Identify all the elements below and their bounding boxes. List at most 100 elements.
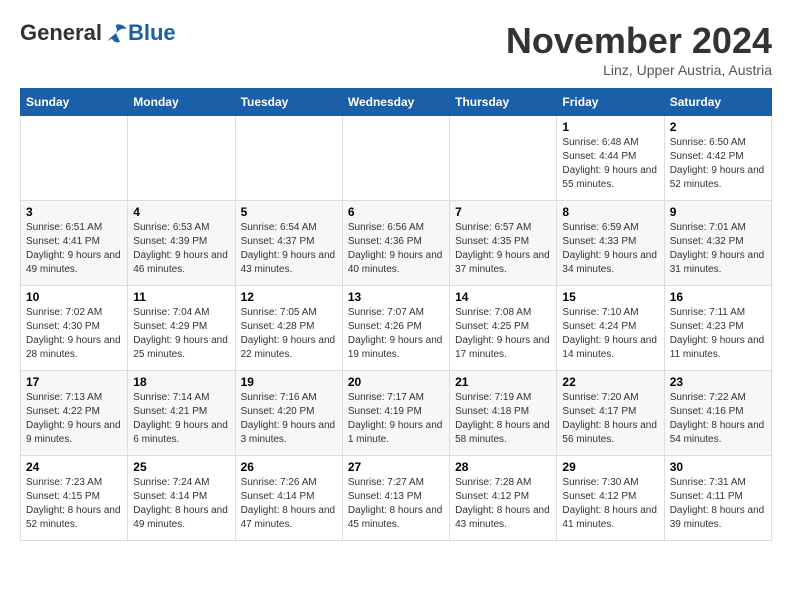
day-number: 24 <box>26 460 122 474</box>
day-number: 8 <box>562 205 658 219</box>
day-cell: 28 Sunrise: 7:28 AM Sunset: 4:12 PM Dayli… <box>450 456 557 541</box>
day-cell: 18 Sunrise: 7:14 AM Sunset: 4:21 PM Dayli… <box>128 371 235 456</box>
day-cell: 13Sunrise: 7:07 AM Sunset: 4:26 PM Dayli… <box>342 286 449 371</box>
day-cell: 26Sunrise: 7:26 AM Sunset: 4:14 PM Dayli… <box>235 456 342 541</box>
header-cell-wednesday: Wednesday <box>342 89 449 116</box>
day-cell: 8 Sunrise: 6:59 AM Sunset: 4:33 PM Daylig… <box>557 201 664 286</box>
day-cell: 15 Sunrise: 7:10 AM Sunset: 4:24 PM Dayli… <box>557 286 664 371</box>
day-cell: 3 Sunrise: 6:51 AM Sunset: 4:41 PM Daylig… <box>21 201 128 286</box>
day-info: Sunrise: 6:59 AM Sunset: 4:33 PM Dayligh… <box>562 221 658 277</box>
day-number: 21 <box>455 375 551 389</box>
header-cell-monday: Monday <box>128 89 235 116</box>
day-cell: 10Sunrise: 7:02 AM Sunset: 4:30 PM Dayli… <box>21 286 128 371</box>
day-cell: 7Sunrise: 6:57 AM Sunset: 4:35 PM Daylig… <box>450 201 557 286</box>
week-row-5: 24 Sunrise: 7:23 AM Sunset: 4:15 PM Dayli… <box>21 456 772 541</box>
day-info: Sunrise: 7:16 AM Sunset: 4:20 PM Dayligh… <box>241 391 337 447</box>
week-row-2: 3 Sunrise: 6:51 AM Sunset: 4:41 PM Daylig… <box>21 201 772 286</box>
day-cell <box>21 116 128 201</box>
day-cell: 4 Sunrise: 6:53 AM Sunset: 4:39 PM Daylig… <box>128 201 235 286</box>
day-cell: 11Sunrise: 7:04 AM Sunset: 4:29 PM Dayli… <box>128 286 235 371</box>
day-info: Sunrise: 7:31 AM Sunset: 4:11 PM Dayligh… <box>670 476 766 532</box>
day-cell: 27 Sunrise: 7:27 AM Sunset: 4:13 PM Dayli… <box>342 456 449 541</box>
day-cell: 23 Sunrise: 7:22 AM Sunset: 4:16 PM Dayli… <box>664 371 771 456</box>
day-info: Sunrise: 7:19 AM Sunset: 4:18 PM Dayligh… <box>455 391 551 447</box>
day-number: 25 <box>133 460 229 474</box>
header-cell-friday: Friday <box>557 89 664 116</box>
day-number: 1 <box>562 120 658 134</box>
logo-general-text: General <box>20 20 102 46</box>
day-number: 16 <box>670 290 766 304</box>
day-number: 20 <box>348 375 444 389</box>
day-cell: 22 Sunrise: 7:20 AM Sunset: 4:17 PM Dayli… <box>557 371 664 456</box>
logo-bird-icon <box>104 21 128 45</box>
day-cell: 25Sunrise: 7:24 AM Sunset: 4:14 PM Dayli… <box>128 456 235 541</box>
title-section: November 2024 Linz, Upper Austria, Austr… <box>506 20 772 78</box>
week-row-4: 17Sunrise: 7:13 AM Sunset: 4:22 PM Dayli… <box>21 371 772 456</box>
day-number: 18 <box>133 375 229 389</box>
day-cell <box>450 116 557 201</box>
day-cell: 14 Sunrise: 7:08 AM Sunset: 4:25 PM Dayli… <box>450 286 557 371</box>
day-number: 2 <box>670 120 766 134</box>
day-info: Sunrise: 7:22 AM Sunset: 4:16 PM Dayligh… <box>670 391 766 447</box>
day-number: 23 <box>670 375 766 389</box>
header-cell-tuesday: Tuesday <box>235 89 342 116</box>
day-info: Sunrise: 7:20 AM Sunset: 4:17 PM Dayligh… <box>562 391 658 447</box>
day-number: 29 <box>562 460 658 474</box>
day-number: 7 <box>455 205 551 219</box>
header-cell-sunday: Sunday <box>21 89 128 116</box>
day-info: Sunrise: 7:27 AM Sunset: 4:13 PM Dayligh… <box>348 476 444 532</box>
day-cell: 17Sunrise: 7:13 AM Sunset: 4:22 PM Dayli… <box>21 371 128 456</box>
day-cell: 9 Sunrise: 7:01 AM Sunset: 4:32 PM Daylig… <box>664 201 771 286</box>
day-info: Sunrise: 7:28 AM Sunset: 4:12 PM Dayligh… <box>455 476 551 532</box>
month-title: November 2024 <box>506 20 772 62</box>
day-cell <box>342 116 449 201</box>
day-number: 3 <box>26 205 122 219</box>
day-info: Sunrise: 6:56 AM Sunset: 4:36 PM Dayligh… <box>348 221 444 277</box>
day-number: 27 <box>348 460 444 474</box>
day-info: Sunrise: 7:08 AM Sunset: 4:25 PM Dayligh… <box>455 306 551 362</box>
day-number: 14 <box>455 290 551 304</box>
day-info: Sunrise: 6:48 AM Sunset: 4:44 PM Dayligh… <box>562 136 658 192</box>
page-header: General Blue November 2024 Linz, Upper A… <box>20 20 772 78</box>
day-number: 10 <box>26 290 122 304</box>
day-cell: 24 Sunrise: 7:23 AM Sunset: 4:15 PM Dayli… <box>21 456 128 541</box>
day-number: 28 <box>455 460 551 474</box>
day-info: Sunrise: 6:53 AM Sunset: 4:39 PM Dayligh… <box>133 221 229 277</box>
day-cell: 1 Sunrise: 6:48 AM Sunset: 4:44 PM Daylig… <box>557 116 664 201</box>
day-info: Sunrise: 7:05 AM Sunset: 4:28 PM Dayligh… <box>241 306 337 362</box>
day-number: 4 <box>133 205 229 219</box>
day-info: Sunrise: 7:13 AM Sunset: 4:22 PM Dayligh… <box>26 391 122 447</box>
day-cell <box>128 116 235 201</box>
day-cell: 16 Sunrise: 7:11 AM Sunset: 4:23 PM Dayli… <box>664 286 771 371</box>
day-info: Sunrise: 7:30 AM Sunset: 4:12 PM Dayligh… <box>562 476 658 532</box>
logo: General Blue <box>20 20 176 46</box>
logo-blue-text: Blue <box>128 20 176 46</box>
day-info: Sunrise: 7:10 AM Sunset: 4:24 PM Dayligh… <box>562 306 658 362</box>
day-number: 12 <box>241 290 337 304</box>
day-number: 9 <box>670 205 766 219</box>
day-number: 30 <box>670 460 766 474</box>
day-info: Sunrise: 7:01 AM Sunset: 4:32 PM Dayligh… <box>670 221 766 277</box>
day-info: Sunrise: 6:51 AM Sunset: 4:41 PM Dayligh… <box>26 221 122 277</box>
day-number: 6 <box>348 205 444 219</box>
day-cell: 12 Sunrise: 7:05 AM Sunset: 4:28 PM Dayli… <box>235 286 342 371</box>
day-number: 15 <box>562 290 658 304</box>
week-row-1: 1 Sunrise: 6:48 AM Sunset: 4:44 PM Daylig… <box>21 116 772 201</box>
header-cell-saturday: Saturday <box>664 89 771 116</box>
header-cell-thursday: Thursday <box>450 89 557 116</box>
day-info: Sunrise: 7:11 AM Sunset: 4:23 PM Dayligh… <box>670 306 766 362</box>
day-cell: 30 Sunrise: 7:31 AM Sunset: 4:11 PM Dayli… <box>664 456 771 541</box>
day-cell: 21 Sunrise: 7:19 AM Sunset: 4:18 PM Dayli… <box>450 371 557 456</box>
calendar-table: SundayMondayTuesdayWednesdayThursdayFrid… <box>20 88 772 541</box>
day-info: Sunrise: 7:17 AM Sunset: 4:19 PM Dayligh… <box>348 391 444 447</box>
day-cell <box>235 116 342 201</box>
day-cell: 20 Sunrise: 7:17 AM Sunset: 4:19 PM Dayli… <box>342 371 449 456</box>
header-row: SundayMondayTuesdayWednesdayThursdayFrid… <box>21 89 772 116</box>
day-cell: 6 Sunrise: 6:56 AM Sunset: 4:36 PM Daylig… <box>342 201 449 286</box>
day-number: 22 <box>562 375 658 389</box>
day-number: 19 <box>241 375 337 389</box>
day-cell: 5Sunrise: 6:54 AM Sunset: 4:37 PM Daylig… <box>235 201 342 286</box>
day-info: Sunrise: 7:14 AM Sunset: 4:21 PM Dayligh… <box>133 391 229 447</box>
day-number: 5 <box>241 205 337 219</box>
day-info: Sunrise: 7:23 AM Sunset: 4:15 PM Dayligh… <box>26 476 122 532</box>
